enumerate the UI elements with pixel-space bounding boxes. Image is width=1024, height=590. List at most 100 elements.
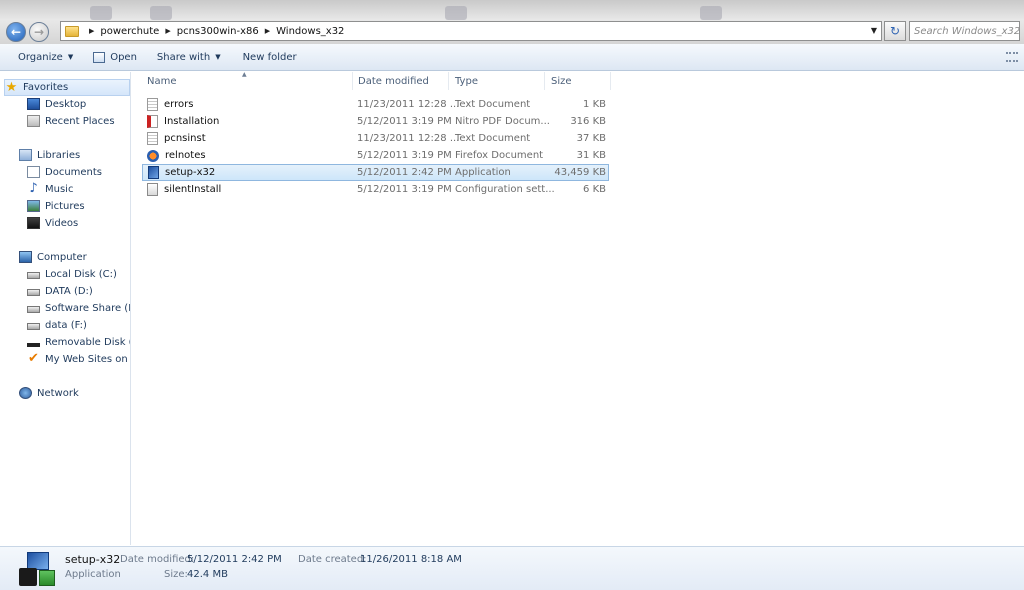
new-folder-button[interactable]: New folder — [235, 46, 305, 68]
nav-documents-label: Documents — [45, 166, 103, 178]
file-name-cell: silentInstall — [147, 181, 221, 198]
file-row[interactable]: relnotes 5/12/2011 3:19 PM Firefox Docum… — [142, 147, 609, 164]
nav-videos[interactable]: Videos — [27, 215, 78, 231]
address-bar[interactable]: ▶ powerchute ▶ pcns300win-x86 ▶ Windows_… — [60, 21, 882, 41]
nav-libraries[interactable]: Libraries — [19, 147, 80, 163]
file-name: pcnsinst — [164, 133, 206, 144]
nav-recent-places-label: Recent Places — [45, 115, 115, 127]
nav-favorites-label: Favorites — [23, 82, 69, 93]
breadcrumb-windows-x32[interactable]: Windows_x32 — [276, 26, 344, 37]
nav-drive[interactable]: DATA (D:) — [27, 283, 93, 299]
breadcrumb-pcns300win[interactable]: pcns300win-x86 — [177, 26, 259, 37]
details-date-created: 11/26/2011 8:18 AM — [360, 554, 462, 565]
nav-computer[interactable]: Computer — [19, 249, 87, 265]
column-header-name[interactable]: Name — [141, 72, 353, 90]
change-view-icon[interactable] — [1006, 52, 1018, 62]
nav-drive-label: Software Share (E:) — [45, 302, 130, 314]
nav-desktop[interactable]: Desktop — [27, 96, 86, 112]
nav-documents[interactable]: Documents — [27, 164, 102, 180]
pdf-file-icon — [147, 115, 158, 128]
chevron-right-icon[interactable]: ▶ — [165, 27, 170, 35]
forward-arrow-icon: → — [33, 25, 45, 39]
nav-drive-label: DATA (D:) — [45, 285, 93, 297]
file-row[interactable]: silentInstall 5/12/2011 3:19 PM Configur… — [142, 181, 609, 198]
nav-drive[interactable]: data (F:) — [27, 317, 87, 333]
search-box[interactable] — [909, 21, 1020, 41]
nav-pictures[interactable]: Pictures — [27, 198, 85, 214]
file-name: silentInstall — [164, 184, 222, 195]
desktop-icon — [27, 98, 40, 110]
back-arrow-icon: ← — [10, 25, 22, 39]
background-blur — [445, 6, 467, 20]
organize-label: Organize — [18, 51, 63, 63]
chevron-right-icon[interactable]: ▶ — [89, 27, 94, 35]
local-disk-icon — [27, 272, 40, 279]
nav-recent-places[interactable]: Recent Places — [27, 113, 115, 129]
folder-icon — [65, 25, 79, 37]
refresh-button[interactable]: ↻ — [884, 21, 906, 41]
nav-drive-label: Removable Disk (J:) — [45, 336, 130, 348]
column-type-label: Type — [455, 75, 478, 87]
file-type: Firefox Document — [455, 150, 544, 161]
text-file-icon — [147, 132, 158, 145]
nav-drive[interactable]: Software Share (E:) — [27, 300, 130, 316]
file-type: Text Document — [455, 99, 531, 110]
file-row[interactable]: pcnsinst 11/23/2011 12:28 ... Text Docum… — [142, 130, 609, 147]
forward-button[interactable]: → — [29, 22, 49, 42]
file-date: 11/23/2011 12:28 ... — [357, 133, 460, 144]
file-size: 316 KB — [570, 116, 606, 127]
address-dropdown-icon[interactable]: ▼ — [871, 26, 877, 35]
nav-drive-label: Local Disk (C:) — [45, 268, 117, 280]
details-date-created-label: Date created: — [298, 554, 367, 565]
network-icon — [19, 387, 32, 399]
column-header-size[interactable]: Size — [545, 72, 611, 90]
star-icon: ★ — [5, 79, 18, 95]
pictures-icon — [27, 200, 40, 212]
chevron-right-icon[interactable]: ▶ — [265, 27, 270, 35]
organize-button[interactable]: Organize ▼ — [10, 46, 81, 68]
file-type: Text Document — [455, 133, 531, 144]
file-row[interactable]: errors 11/23/2011 12:28 ... Text Documen… — [142, 96, 609, 113]
web-sites-icon: ✔ — [28, 351, 39, 366]
file-date: 5/12/2011 2:42 PM — [357, 167, 452, 178]
application-icon — [148, 166, 159, 179]
back-button[interactable]: ← — [6, 22, 26, 42]
nav-network[interactable]: Network — [19, 385, 79, 401]
breadcrumb-powerchute[interactable]: powerchute — [100, 26, 159, 37]
nav-music[interactable]: ♪ Music — [27, 181, 73, 197]
libraries-icon — [19, 149, 32, 161]
file-name: Installation — [164, 116, 220, 127]
share-with-label: Share with — [156, 51, 211, 63]
sort-ascending-icon: ▲ — [242, 71, 247, 78]
hard-disk-icon — [27, 289, 40, 296]
column-size-label: Size — [551, 75, 572, 87]
file-name-cell: Installation — [147, 113, 219, 130]
file-date: 5/12/2011 3:19 PM — [357, 116, 452, 127]
nav-pictures-label: Pictures — [45, 200, 85, 212]
file-row-selected[interactable]: setup-x32 5/12/2011 2:42 PM Application … — [142, 164, 609, 181]
refresh-icon: ↻ — [889, 24, 901, 38]
documents-icon — [27, 166, 40, 178]
column-header-date-modified[interactable]: Date modified — [352, 72, 449, 90]
search-input[interactable] — [910, 22, 1019, 40]
nav-favorites[interactable]: ★ Favorites — [4, 79, 130, 96]
nav-drive[interactable]: ✔ My Web Sites on MS — [27, 351, 130, 367]
background-blur — [90, 6, 112, 20]
file-name-cell: setup-x32 — [148, 164, 215, 181]
file-row[interactable]: Installation 5/12/2011 3:19 PM Nitro PDF… — [142, 113, 609, 130]
details-size-label: Size: — [164, 569, 188, 580]
firefox-file-icon — [147, 149, 159, 162]
file-name: relnotes — [165, 150, 206, 161]
removable-disk-icon — [27, 342, 40, 347]
file-date: 5/12/2011 3:19 PM — [357, 150, 452, 161]
open-button[interactable]: Open — [85, 46, 145, 68]
nav-drive-label: My Web Sites on MS — [45, 353, 130, 365]
nav-drive[interactable]: Removable Disk (J:) — [27, 334, 130, 350]
share-with-button[interactable]: Share with ▼ — [149, 46, 229, 68]
nav-drive[interactable]: Local Disk (C:) — [27, 266, 117, 282]
details-size: 42.4 MB — [187, 569, 228, 580]
config-file-icon — [147, 183, 158, 196]
column-header-type[interactable]: Type — [449, 72, 545, 90]
file-name: setup-x32 — [165, 167, 216, 178]
nav-videos-label: Videos — [45, 217, 79, 229]
